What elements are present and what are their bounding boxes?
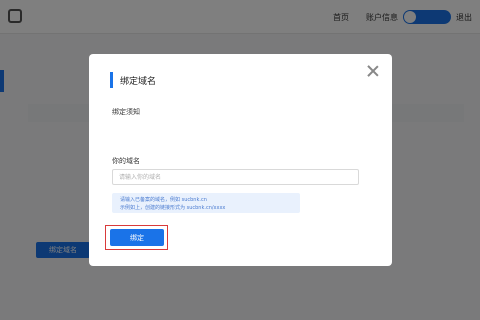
- domain-field-label: 你的域名: [112, 157, 140, 165]
- dialog-title: 绑定域名: [120, 77, 157, 87]
- notice-title: 绑定须知: [112, 108, 140, 116]
- dialog-title-accent: [110, 72, 113, 88]
- bind-submit-button[interactable]: 绑定: [110, 229, 164, 246]
- hint-line: 示例如上，创建的链接形式为 sucbnk.cn/xxxx: [120, 205, 226, 211]
- domain-input[interactable]: [112, 169, 359, 185]
- hint-line: 请输入已备案的域名，例如 sucbnk.cn: [120, 197, 207, 203]
- close-icon[interactable]: [366, 64, 380, 78]
